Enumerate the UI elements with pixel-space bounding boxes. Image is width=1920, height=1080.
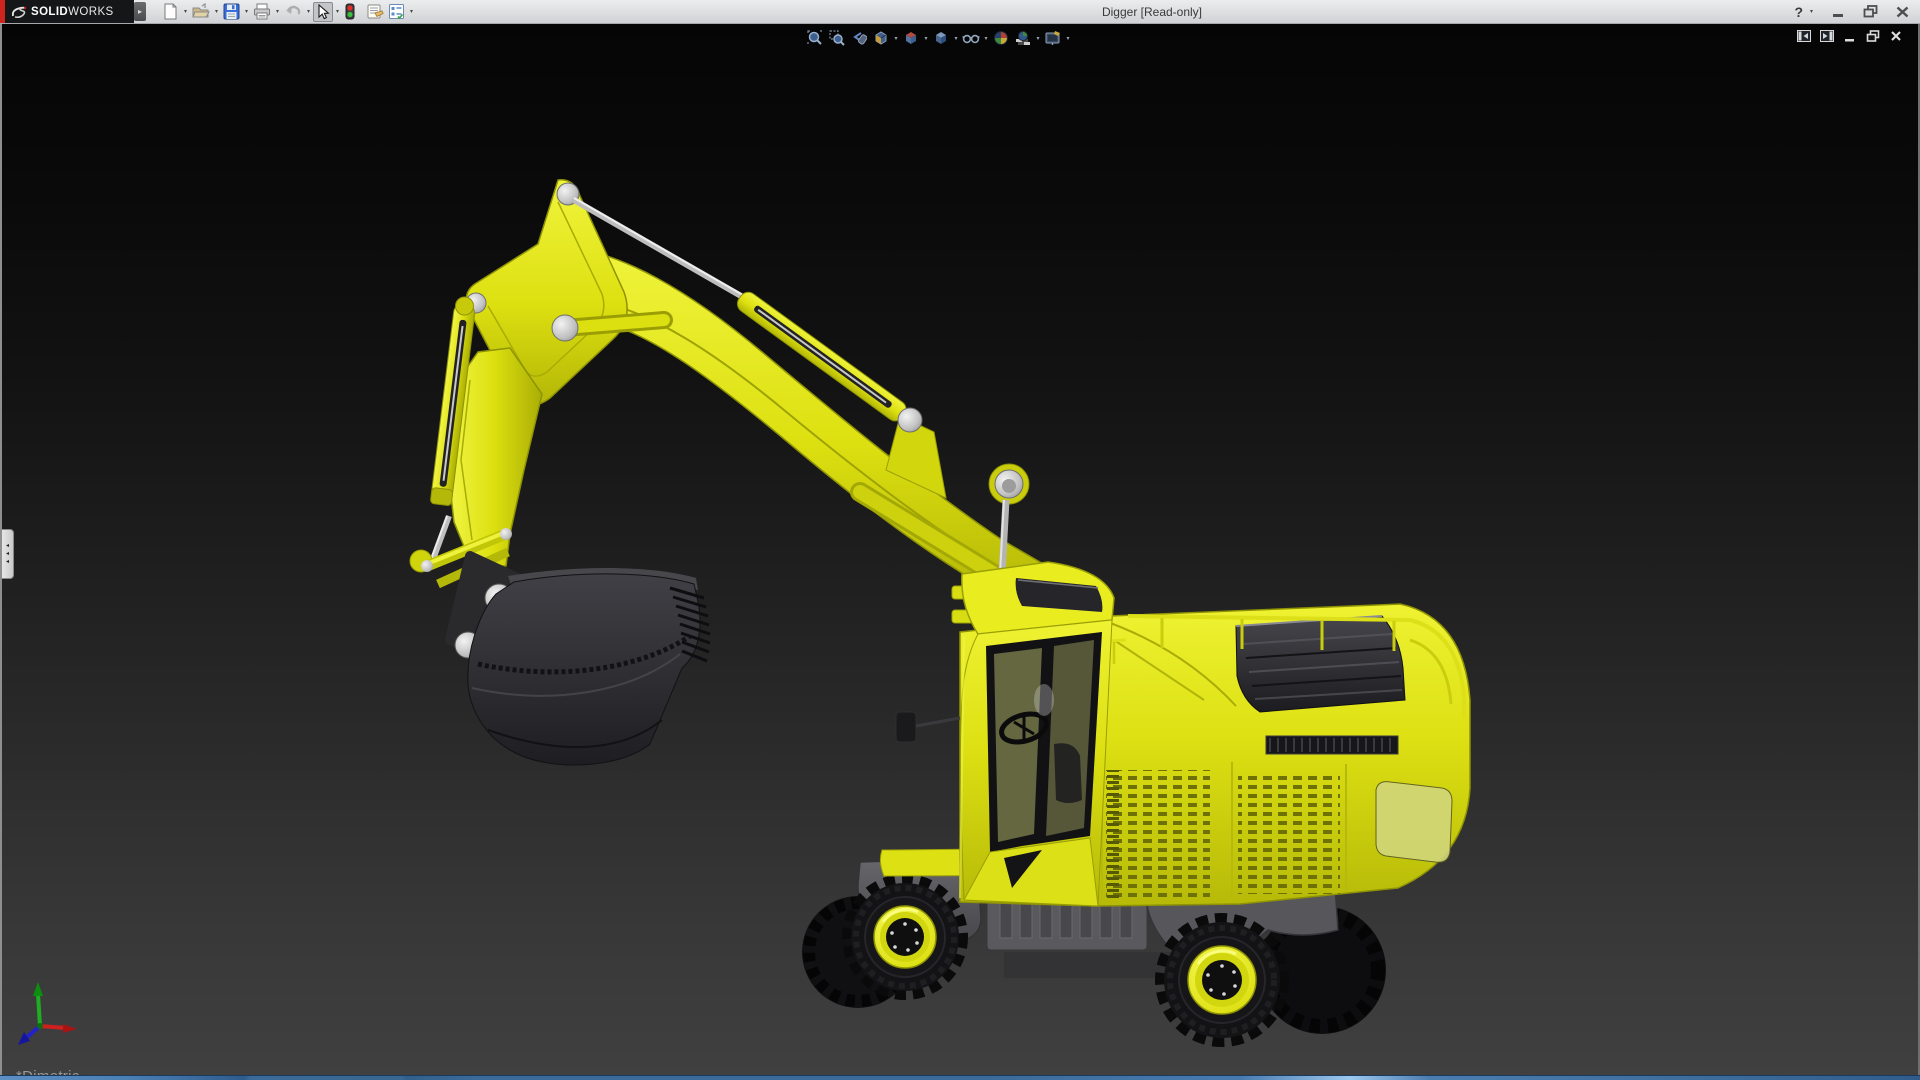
zoom-to-fit-button[interactable] — [804, 28, 826, 48]
select-caret[interactable]: ▾ — [333, 8, 342, 15]
toggle-left-pane-icon — [1797, 30, 1811, 42]
section-view-icon — [875, 31, 887, 45]
zoom-to-area-button[interactable] — [826, 28, 848, 48]
save-icon — [223, 3, 240, 20]
minimize-document-icon — [1845, 39, 1854, 42]
undo-icon — [286, 5, 301, 15]
new-document-button[interactable] — [160, 2, 181, 22]
select-button[interactable] — [313, 1, 333, 22]
view-orientation-caret[interactable]: ▾ — [922, 35, 930, 42]
bucket — [467, 567, 711, 766]
headsup-view-toolbar: ▾ ▾ ▾ ▾ ▾ ▾ — [804, 27, 1072, 49]
options-button[interactable] — [386, 2, 407, 22]
title-bar: SOLIDWORKS ▸ ▾ ▾ ▾ ▾ ▾ ▾ ▾ Digger [Read-… — [0, 0, 1920, 24]
view-settings-button[interactable] — [1042, 28, 1064, 48]
splitter-arrow-icon: ◂ — [5, 559, 9, 565]
open-document-button[interactable] — [190, 2, 212, 22]
close-window-button[interactable] — [1892, 3, 1912, 21]
help-button[interactable]: ? — [1794, 4, 1803, 20]
main-toolbar: ▾ ▾ ▾ ▾ ▾ ▾ ▾ — [160, 1, 416, 22]
options-icon — [389, 4, 404, 20]
new-document-caret[interactable]: ▾ — [181, 8, 190, 15]
print-icon — [254, 3, 270, 20]
open-document-caret[interactable]: ▾ — [212, 8, 221, 15]
close-document-button[interactable] — [1888, 29, 1904, 43]
excavator-model[interactable] — [2, 23, 1918, 1080]
toggle-right-pane-button[interactable] — [1819, 29, 1835, 43]
view-orientation-icon — [906, 32, 916, 44]
rebuild-button[interactable] — [342, 2, 358, 22]
window-controls: ? ▾ — [1794, 0, 1912, 23]
solidworks-logo-icon — [11, 6, 27, 18]
brand-text: SOLIDWORKS — [31, 5, 114, 18]
boom-arm — [559, 245, 1055, 605]
undo-button[interactable] — [282, 2, 304, 22]
splitter-arrow-icon: ◂ — [5, 551, 9, 557]
splitter-arrow-icon: ◂ — [5, 543, 9, 549]
display-style-caret[interactable]: ▾ — [952, 35, 960, 42]
section-view-caret[interactable]: ▾ — [892, 35, 900, 42]
edit-appearance-button[interactable] — [990, 28, 1012, 48]
view-orientation-button[interactable] — [900, 28, 922, 48]
undo-caret[interactable]: ▾ — [304, 8, 313, 15]
hide-show-items-caret[interactable]: ▾ — [982, 35, 990, 42]
feature-panel-splitter[interactable]: ◂ ◂ ◂ — [2, 529, 14, 579]
hide-show-items-button[interactable] — [960, 28, 982, 48]
minimize-document-button[interactable] — [1842, 29, 1858, 43]
minimize-window-button[interactable] — [1828, 3, 1848, 21]
toggle-right-pane-icon — [1820, 30, 1834, 42]
menu-flyout-button[interactable]: ▸ — [134, 2, 146, 21]
toggle-left-pane-button[interactable] — [1796, 29, 1812, 43]
graphics-viewport[interactable]: ▾ ▾ ▾ ▾ ▾ ▾ ◂ ◂ ◂ *Dimetric — [0, 23, 1920, 1080]
rebuild-traffic-light-icon — [345, 3, 355, 20]
display-style-icon — [936, 32, 946, 44]
open-document-icon — [192, 3, 210, 18]
options-caret[interactable]: ▾ — [407, 8, 416, 15]
view-settings-icon — [1045, 31, 1060, 45]
view-settings-caret[interactable]: ▾ — [1064, 35, 1072, 42]
close-document-icon — [1891, 31, 1901, 41]
file-properties-button[interactable] — [364, 2, 386, 22]
minimize-window-icon — [1832, 13, 1843, 17]
new-document-icon — [164, 3, 177, 20]
restore-document-button[interactable] — [1865, 29, 1881, 43]
close-window-icon — [1896, 6, 1908, 17]
restore-document-icon — [1866, 30, 1880, 42]
file-properties-icon — [367, 4, 384, 19]
hide-show-items-icon — [962, 34, 980, 44]
zoom-to-fit-icon — [807, 30, 822, 45]
print-caret[interactable]: ▾ — [273, 8, 282, 15]
solidworks-window: ▾ ▾ ▾ ▾ ▾ ▾ ◂ ◂ ◂ *Dimetric SOLIDWORKS ▸… — [0, 0, 1920, 1080]
zoom-to-area-icon — [829, 30, 845, 46]
help-caret[interactable]: ▾ — [1807, 8, 1816, 15]
save-button[interactable] — [221, 2, 242, 22]
document-window-controls — [1796, 29, 1904, 43]
display-style-button[interactable] — [930, 28, 952, 48]
boom-cylinder — [572, 197, 947, 499]
print-button[interactable] — [251, 2, 273, 22]
solidworks-logo[interactable]: SOLIDWORKS — [5, 0, 134, 23]
apply-scene-button[interactable] — [1012, 28, 1034, 48]
section-view-button[interactable] — [870, 28, 892, 48]
orientation-triad — [18, 982, 77, 1045]
taskbar-edge[interactable] — [0, 1075, 1920, 1080]
edit-appearance-icon — [994, 31, 1008, 45]
window-title: Digger [Read-only] — [1101, 4, 1203, 19]
apply-scene-caret[interactable]: ▾ — [1034, 35, 1042, 42]
previous-view-button[interactable] — [848, 28, 870, 48]
previous-view-icon — [853, 32, 867, 45]
restore-window-icon — [1863, 5, 1877, 18]
save-caret[interactable]: ▾ — [242, 8, 251, 15]
restore-window-button[interactable] — [1860, 3, 1880, 21]
select-cursor-icon — [318, 3, 330, 19]
apply-scene-icon — [1016, 30, 1030, 45]
